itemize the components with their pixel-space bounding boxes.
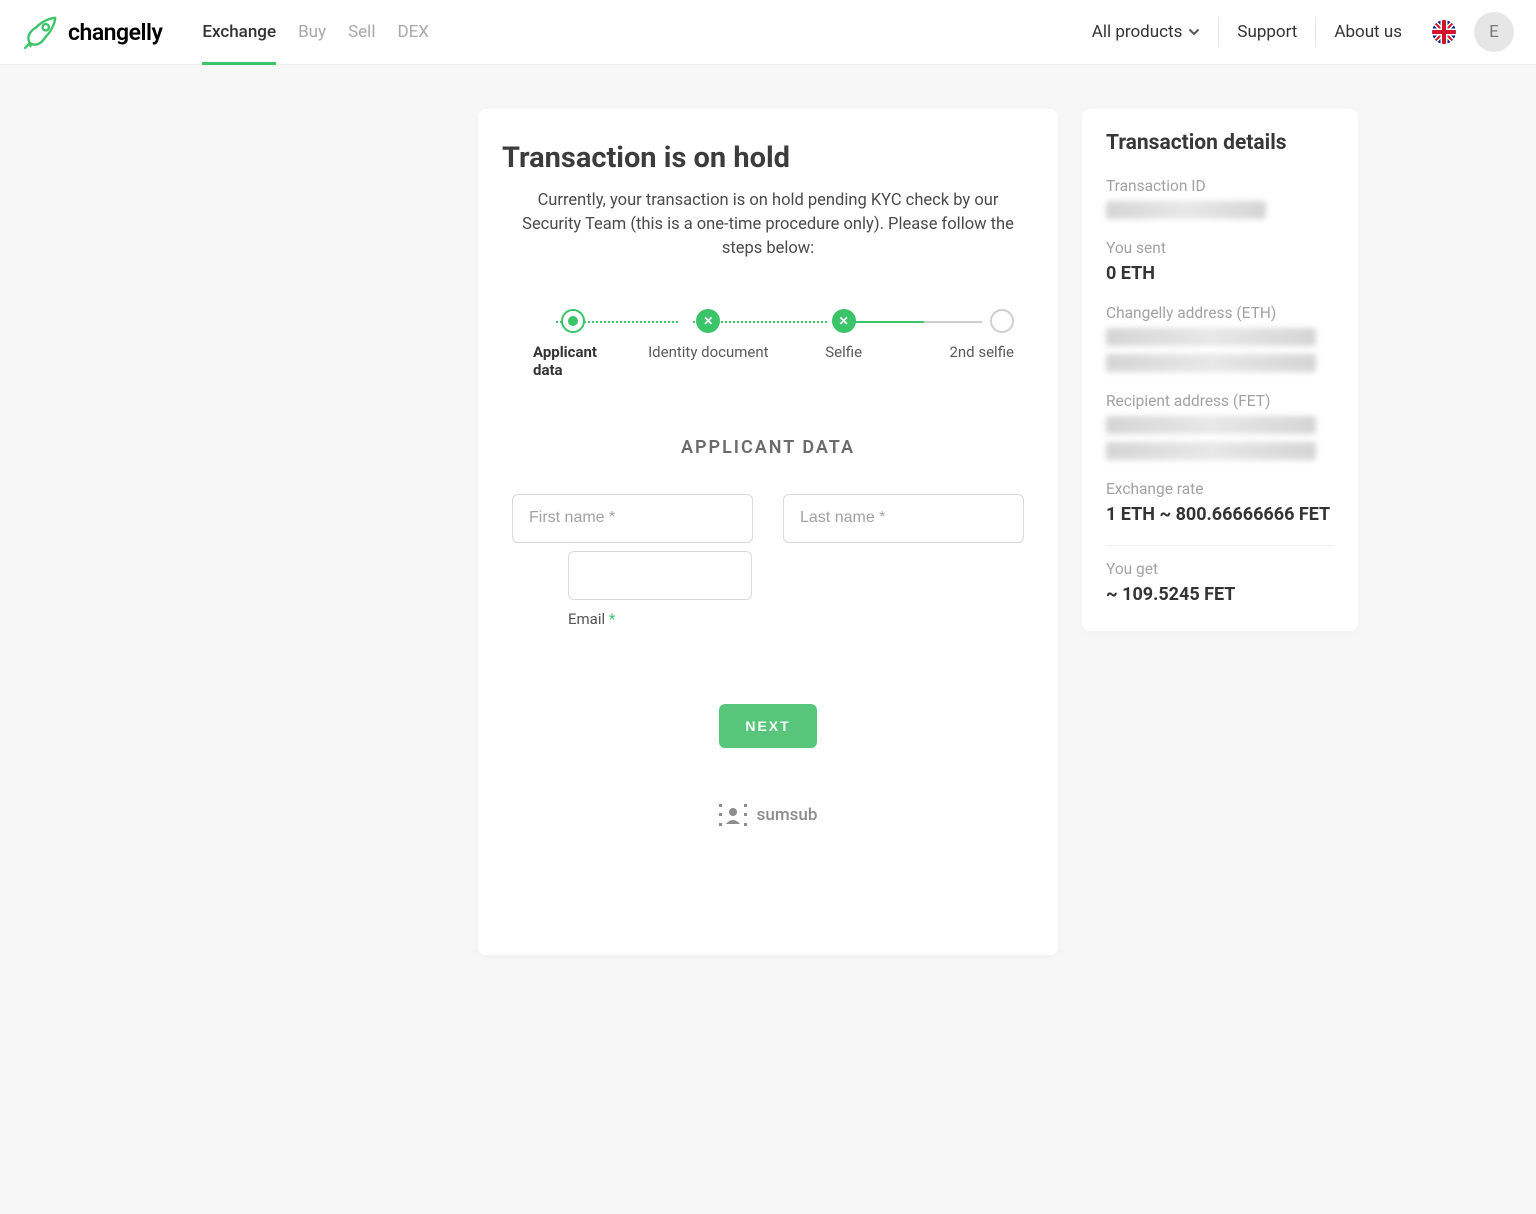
email-label-text: Email	[568, 610, 605, 628]
step-label: Identity document	[648, 343, 769, 361]
language-flag-icon[interactable]	[1432, 20, 1456, 44]
step-dot-x-icon: ✕	[832, 309, 856, 333]
nav-exchange[interactable]: Exchange	[202, 0, 276, 64]
sumsub-icon	[719, 804, 747, 826]
next-button[interactable]: NEXT	[719, 704, 816, 748]
avatar-initial: E	[1489, 22, 1499, 42]
chevron-down-icon	[1188, 26, 1200, 38]
details-label: You sent	[1106, 239, 1334, 257]
kyc-provider-name: sumsub	[757, 805, 818, 825]
nav-all-products-label: All products	[1092, 22, 1183, 42]
last-name-field[interactable]	[783, 494, 1024, 543]
kyc-provider: sumsub	[502, 804, 1034, 826]
details-you-sent: You sent 0 ETH	[1106, 239, 1334, 284]
email-label: Email *	[568, 610, 615, 628]
details-you-get: You get ~ 109.5245 FET	[1106, 560, 1334, 605]
step-dot-x-icon: ✕	[696, 309, 720, 333]
required-star: *	[609, 610, 615, 628]
blurred-value	[1106, 416, 1316, 434]
blurred-value	[1106, 201, 1266, 219]
page-description: Currently, your transaction is on hold p…	[502, 189, 1034, 261]
page-title: Transaction is on hold	[502, 141, 1034, 175]
email-field[interactable]	[568, 551, 752, 600]
step-label: 2nd selfie	[949, 343, 1014, 361]
step-dot-pending-icon	[990, 309, 1014, 333]
blurred-value	[1106, 354, 1316, 372]
header: changelly Exchange Buy Sell DEX All prod…	[0, 0, 1536, 65]
rocket-icon	[22, 13, 60, 51]
nav-about[interactable]: About us	[1316, 17, 1420, 47]
details-value: ~ 109.5245 FET	[1106, 584, 1334, 605]
details-label: Transaction ID	[1106, 177, 1334, 195]
details-changelly-address: Changelly address (ETH)	[1106, 304, 1334, 372]
details-exchange-rate: Exchange rate 1 ETH ~ 800.66666666 FET	[1106, 480, 1334, 525]
step-identity-document: ✕ Identity document	[673, 309, 743, 361]
applicant-form: APPLICANT DATA Email * NEXT	[502, 437, 1034, 826]
step-2nd-selfie: 2nd selfie	[944, 309, 1014, 361]
details-label: Exchange rate	[1106, 480, 1334, 498]
details-recipient-address: Recipient address (FET)	[1106, 392, 1334, 460]
nav-support[interactable]: Support	[1219, 17, 1316, 47]
step-label: Applicant data	[533, 343, 613, 379]
avatar[interactable]: E	[1474, 12, 1514, 52]
transaction-details-card: Transaction details Transaction ID You s…	[1082, 109, 1358, 631]
details-value: 0 ETH	[1106, 263, 1334, 284]
form-heading: APPLICANT DATA	[502, 437, 1034, 458]
step-applicant-data: Applicant data	[538, 309, 608, 379]
step-selfie: ✕ Selfie	[809, 309, 879, 361]
step-dot-current-icon	[561, 309, 585, 333]
nav-buy[interactable]: Buy	[298, 0, 326, 64]
nav-all-products[interactable]: All products	[1074, 17, 1220, 47]
blurred-value	[1106, 328, 1316, 346]
primary-nav: Exchange Buy Sell DEX	[202, 0, 429, 64]
details-transaction-id: Transaction ID	[1106, 177, 1334, 219]
nav-dex[interactable]: DEX	[397, 0, 428, 64]
details-value: 1 ETH ~ 800.66666666 FET	[1106, 504, 1334, 525]
details-title: Transaction details	[1106, 131, 1334, 155]
first-name-field[interactable]	[512, 494, 753, 543]
details-label: You get	[1106, 560, 1334, 578]
details-label: Recipient address (FET)	[1106, 392, 1334, 410]
blurred-value	[1106, 442, 1316, 460]
form-row-names	[502, 494, 1034, 543]
divider	[1106, 545, 1334, 546]
main-content: Transaction is on hold Currently, your t…	[0, 65, 1536, 955]
stepper: Applicant data ✕ Identity document ✕ Sel…	[538, 309, 1014, 379]
details-label: Changelly address (ETH)	[1106, 304, 1334, 322]
brand-name: changelly	[68, 19, 162, 46]
kyc-card: Transaction is on hold Currently, your t…	[478, 109, 1058, 955]
nav-sell[interactable]: Sell	[348, 0, 375, 64]
secondary-nav: All products Support About us E	[1074, 0, 1514, 64]
form-row-email: Email *	[502, 551, 1034, 628]
step-label: Selfie	[825, 343, 862, 361]
logo[interactable]: changelly	[22, 13, 162, 51]
